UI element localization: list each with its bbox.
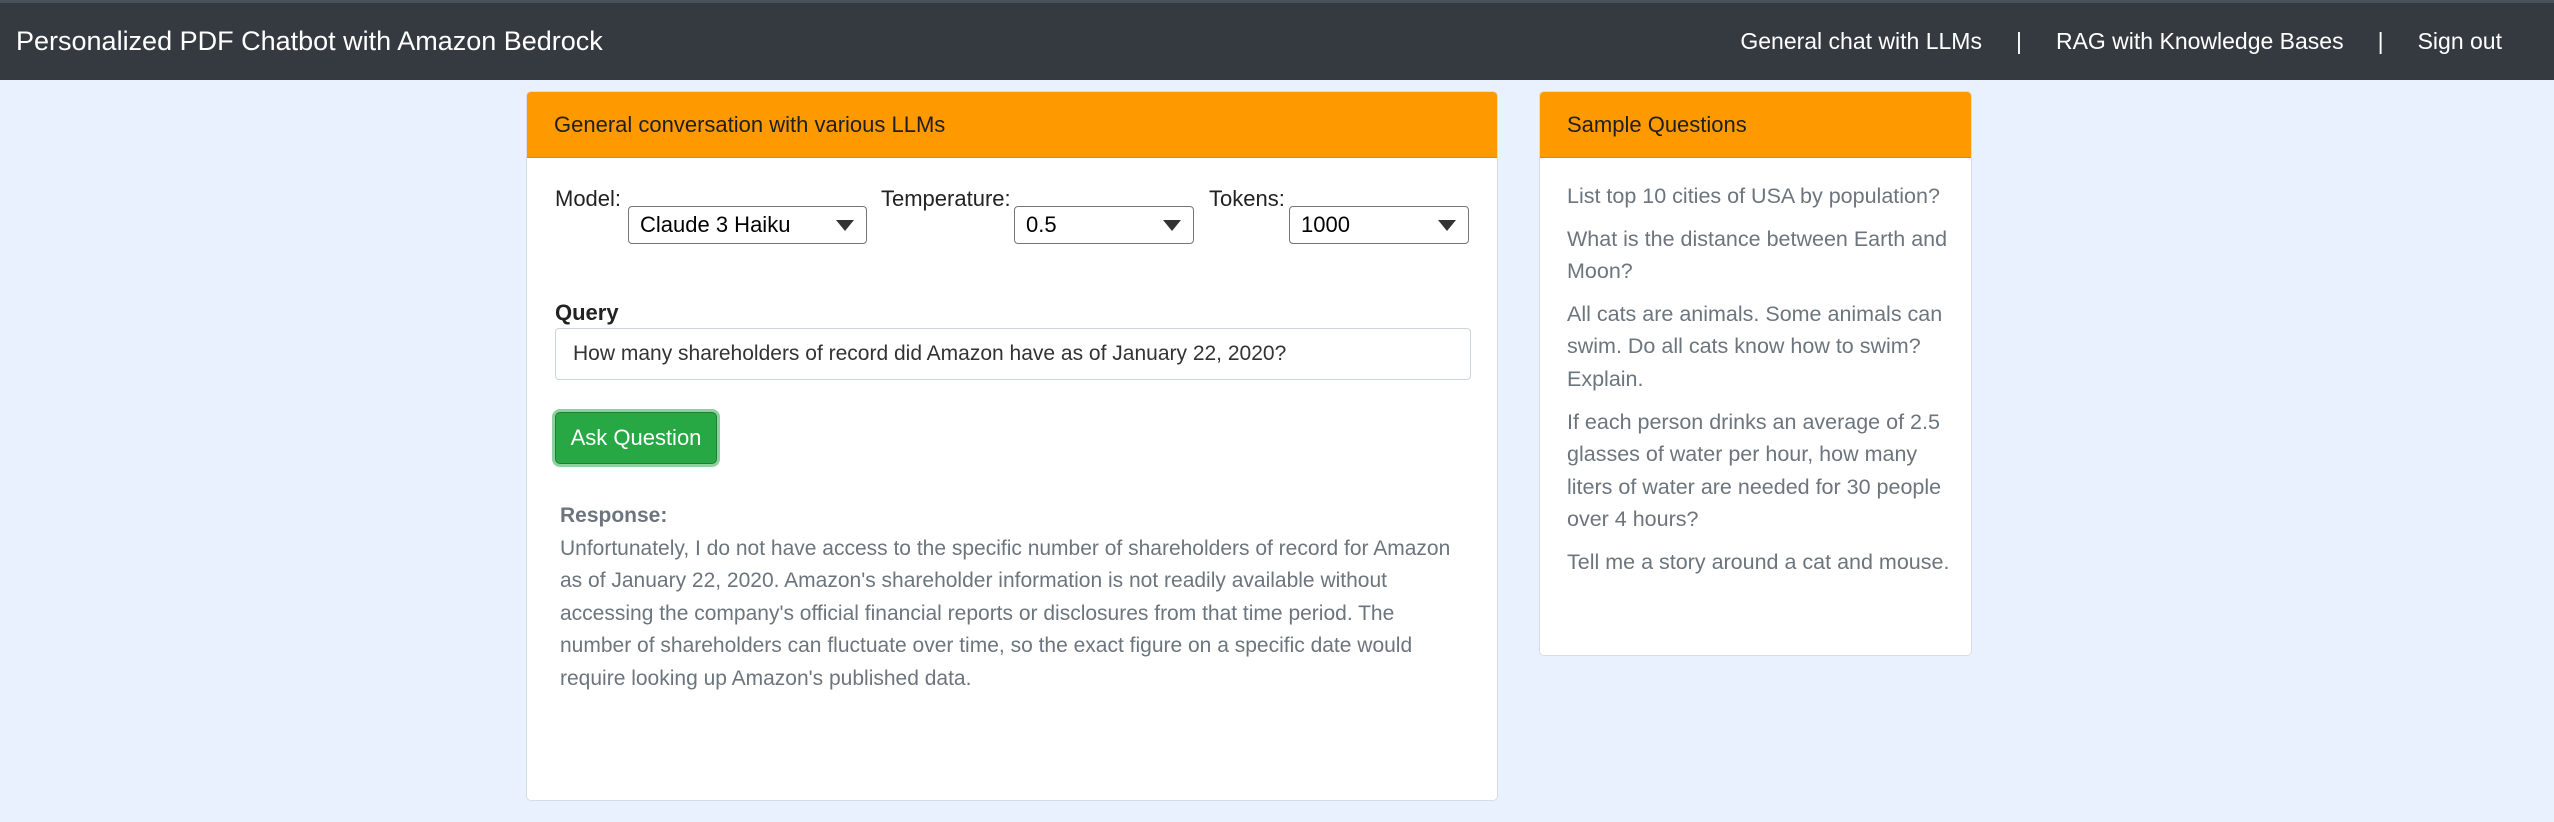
sample-question[interactable]: List top 10 cities of USA by population? <box>1567 180 1959 213</box>
chevron-down-icon <box>836 220 854 231</box>
app-title: Personalized PDF Chatbot with Amazon Bed… <box>16 26 603 56</box>
nav-link-sign-out[interactable]: Sign out <box>2418 28 2502 55</box>
general-chat-card-header: General conversation with various LLMs <box>527 92 1497 158</box>
nav-separator: | <box>2015 28 2022 54</box>
sample-question[interactable]: Tell me a story around a cat and mouse. <box>1567 546 1959 579</box>
general-chat-card: General conversation with various LLMs M… <box>526 91 1498 801</box>
temperature-select[interactable]: 0.5 <box>1014 206 1194 244</box>
nav-separator: | <box>2377 28 2384 54</box>
query-label: Query <box>555 300 619 325</box>
query-input[interactable] <box>555 328 1471 380</box>
nav-link-general-chat[interactable]: General chat with LLMs <box>1740 28 1982 55</box>
temperature-select-value: 0.5 <box>1026 212 1057 237</box>
tokens-select[interactable]: 1000 <box>1289 206 1469 244</box>
model-select[interactable]: Claude 3 Haiku <box>628 206 867 244</box>
tokens-label: Tokens: <box>1209 186 1285 211</box>
sample-questions-list: List top 10 cities of USA by population?… <box>1567 180 1959 589</box>
sample-question[interactable]: What is the distance between Earth and M… <box>1567 223 1959 288</box>
response-text: Unfortunately, I do not have access to t… <box>560 536 1451 690</box>
response-area: Response: Unfortunately, I do not have a… <box>560 500 1470 696</box>
sample-questions-card: Sample Questions List top 10 cities of U… <box>1539 91 1972 656</box>
chevron-down-icon <box>1438 220 1456 231</box>
navbar: Personalized PDF Chatbot with Amazon Bed… <box>0 0 2554 80</box>
sample-question[interactable]: If each person drinks an average of 2.5 … <box>1567 406 1959 536</box>
response-label: Response: <box>560 504 668 527</box>
nav-link-rag[interactable]: RAG with Knowledge Bases <box>2056 28 2344 55</box>
tokens-select-value: 1000 <box>1301 212 1350 237</box>
model-label: Model: <box>555 186 622 211</box>
nav-links: General chat with LLMs | RAG with Knowle… <box>1740 28 2538 55</box>
sample-question[interactable]: All cats are animals. Some animals can s… <box>1567 298 1959 396</box>
ask-question-button[interactable]: Ask Question <box>555 412 717 464</box>
model-select-value: Claude 3 Haiku <box>640 212 791 237</box>
temperature-label: Temperature: <box>881 186 1011 211</box>
chevron-down-icon <box>1163 220 1181 231</box>
sample-questions-header: Sample Questions <box>1540 92 1971 158</box>
